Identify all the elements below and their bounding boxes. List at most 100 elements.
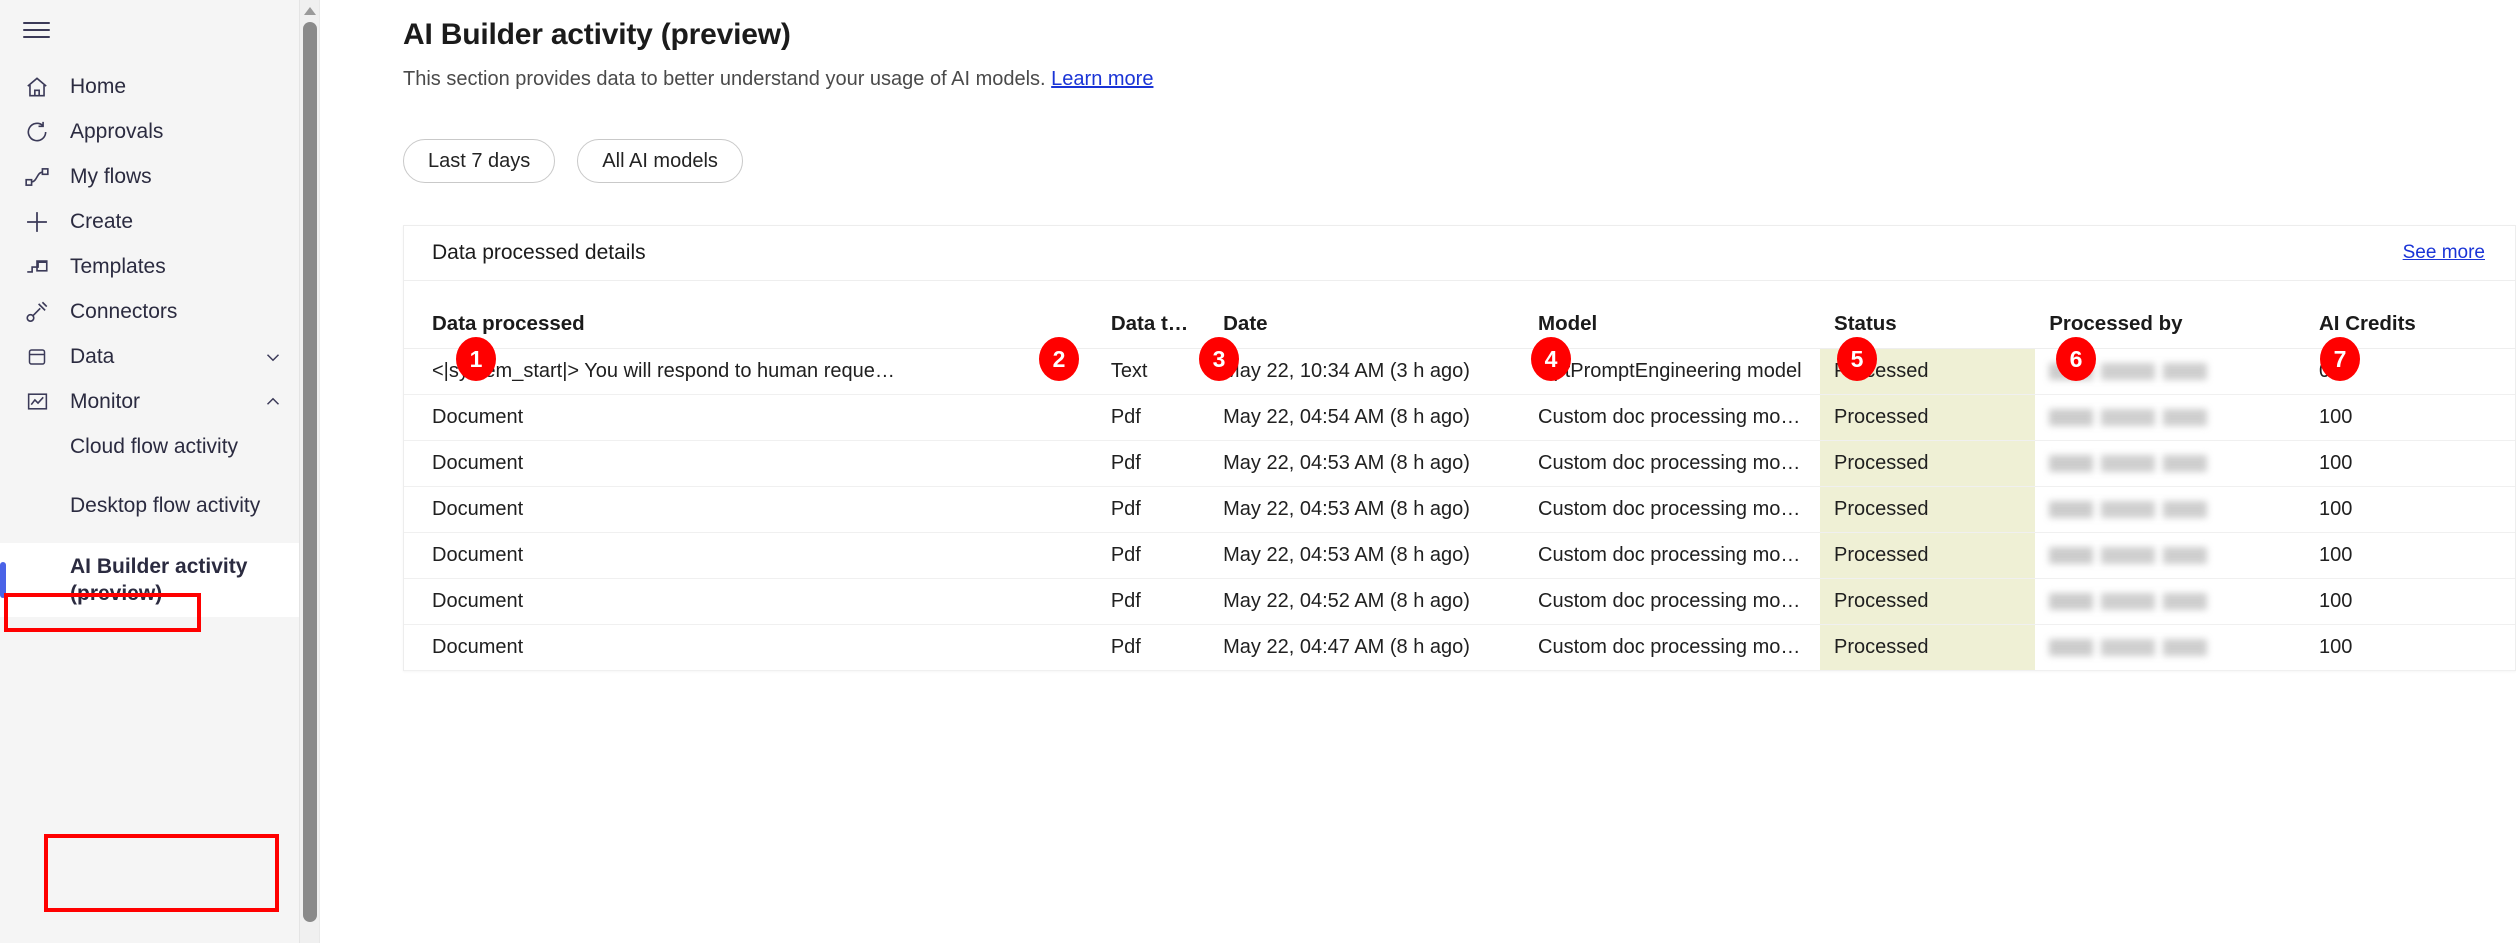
sidebar-item-my-flows[interactable]: My flows <box>0 154 303 199</box>
sidebar-item-connectors[interactable]: Connectors <box>0 289 303 334</box>
redacted-user-name <box>2049 409 2207 426</box>
redacted-user-name <box>2049 639 2207 656</box>
redacted-user-name <box>2049 455 2207 472</box>
sidebar-scrollbar[interactable] <box>299 0 319 943</box>
table-row[interactable]: DocumentPdfMay 22, 04:52 AM (8 h ago)Cus… <box>404 579 2515 625</box>
cell-ai-credits: 100 <box>2305 441 2515 487</box>
cell-status: Processed <box>1820 533 2035 579</box>
cell-date: May 22, 04:54 AM (8 h ago) <box>1209 395 1524 441</box>
cell-status: Processed <box>1820 349 2035 395</box>
cell-date: May 22, 04:47 AM (8 h ago) <box>1209 625 1524 671</box>
cell-model: Custom doc processing model <box>1524 533 1820 579</box>
cell-ai-credits: 100 <box>2305 395 2515 441</box>
cell-data-type: Pdf <box>1097 395 1209 441</box>
scroll-up-arrow-icon[interactable] <box>300 2 320 20</box>
table-row[interactable]: DocumentPdfMay 22, 04:53 AM (8 h ago)Cus… <box>404 441 2515 487</box>
cell-ai-credits: 100 <box>2305 579 2515 625</box>
page-description: This section provides data to better und… <box>403 68 2516 91</box>
cell-processed-by <box>2035 395 2305 441</box>
filter-pill-group: Last 7 days All AI models <box>403 139 2516 183</box>
table-row[interactable]: DocumentPdfMay 22, 04:53 AM (8 h ago)Cus… <box>404 533 2515 579</box>
sidebar-item-label: Connectors <box>70 300 177 324</box>
cell-data-processed: Document <box>404 441 1097 487</box>
left-navigation: Home Approvals <box>0 0 320 943</box>
cell-model: Custom doc processing model <box>1524 579 1820 625</box>
sidebar-item-templates[interactable]: Templates <box>0 244 303 289</box>
sidebar-item-label: Home <box>70 75 126 99</box>
column-header-data-type[interactable]: Data type <box>1097 281 1209 349</box>
sidebar-item-home[interactable]: Home <box>0 64 303 109</box>
table-row[interactable]: DocumentPdfMay 22, 04:54 AM (8 h ago)Cus… <box>404 395 2515 441</box>
table-row[interactable]: DocumentPdfMay 22, 04:53 AM (8 h ago)Cus… <box>404 487 2515 533</box>
sidebar-item-ai-builder-activity[interactable]: AI Builder activity (preview) <box>0 543 303 617</box>
main-content: AI Builder activity (preview) This secti… <box>320 0 2516 943</box>
sidebar-item-create[interactable]: Create <box>0 199 303 244</box>
sidebar-item-label: Create <box>70 210 133 234</box>
table-header-row: Data processed Data type Date Model Stat… <box>404 281 2515 349</box>
connectors-icon <box>22 297 52 327</box>
cell-data-type: Text <box>1097 349 1209 395</box>
sidebar-subitem-label: Cloud flow activity <box>70 433 238 460</box>
sidebar-item-label: My flows <box>70 165 152 189</box>
sidebar-item-cloud-flow-activity[interactable]: Cloud flow activity <box>0 424 303 469</box>
chevron-down-icon[interactable] <box>261 345 285 369</box>
filter-date-range[interactable]: Last 7 days <box>403 139 555 183</box>
table-row[interactable]: <|system_start|> You will respond to hum… <box>404 349 2515 395</box>
flows-icon <box>22 162 52 192</box>
sidebar-item-approvals[interactable]: Approvals <box>0 109 303 154</box>
approvals-icon <box>22 117 52 147</box>
sidebar-subitem-label: Desktop flow activity <box>70 492 260 519</box>
cell-date: May 22, 10:34 AM (3 h ago) <box>1209 349 1524 395</box>
home-icon <box>22 72 52 102</box>
column-header-model[interactable]: Model <box>1524 281 1820 349</box>
hamburger-icon[interactable] <box>14 8 58 52</box>
cell-data-processed: <|system_start|> You will respond to hum… <box>404 349 1097 395</box>
redacted-user-name <box>2049 547 2207 564</box>
cell-status: Processed <box>1820 395 2035 441</box>
cell-data-type: Pdf <box>1097 533 1209 579</box>
cell-data-processed: Document <box>404 533 1097 579</box>
templates-icon <box>22 252 52 282</box>
card-header: Data processed details See more <box>404 226 2515 280</box>
sidebar-item-label: Monitor <box>70 390 140 414</box>
page-description-text: This section provides data to better und… <box>403 68 1046 90</box>
scrollbar-thumb[interactable] <box>303 22 317 922</box>
nav-list: Home Approvals <box>0 64 303 617</box>
sidebar-item-label: Templates <box>70 255 166 279</box>
column-header-status[interactable]: Status <box>1820 281 2035 349</box>
cell-ai-credits: 0 <box>2305 349 2515 395</box>
cell-date: May 22, 04:52 AM (8 h ago) <box>1209 579 1524 625</box>
chevron-up-icon[interactable] <box>261 390 285 414</box>
filter-ai-models[interactable]: All AI models <box>577 139 743 183</box>
redacted-user-name <box>2049 593 2207 610</box>
cell-data-type: Pdf <box>1097 625 1209 671</box>
database-icon <box>22 342 52 372</box>
page-title: AI Builder activity (preview) <box>403 18 2516 52</box>
sidebar-item-monitor[interactable]: Monitor <box>0 379 303 424</box>
table-header: Data processed Data type Date Model Stat… <box>404 281 2515 349</box>
cell-ai-credits: 100 <box>2305 625 2515 671</box>
see-more-link[interactable]: See more <box>2403 242 2485 264</box>
sidebar-item-data[interactable]: Data <box>0 334 303 379</box>
column-header-ai-credits[interactable]: AI Credits <box>2305 281 2515 349</box>
table-body: <|system_start|> You will respond to hum… <box>404 349 2515 671</box>
column-header-data-processed[interactable]: Data processed <box>404 281 1097 349</box>
cell-data-type: Pdf <box>1097 441 1209 487</box>
sidebar-subitem-label: AI Builder activity (preview) <box>70 553 285 608</box>
cell-ai-credits: 100 <box>2305 487 2515 533</box>
column-header-processed-by[interactable]: Processed by <box>2035 281 2305 349</box>
cell-processed-by <box>2035 349 2305 395</box>
learn-more-link[interactable]: Learn more <box>1051 68 1153 90</box>
data-processed-table: Data processed Data type Date Model Stat… <box>404 280 2515 671</box>
column-header-date[interactable]: Date <box>1209 281 1524 349</box>
cell-processed-by <box>2035 441 2305 487</box>
cell-data-processed: Document <box>404 625 1097 671</box>
cell-status: Processed <box>1820 487 2035 533</box>
selection-indicator <box>0 562 6 598</box>
cell-model: Custom doc processing model <box>1524 441 1820 487</box>
sidebar-item-label: Data <box>70 345 114 369</box>
sidebar-item-desktop-flow-activity[interactable]: Desktop flow activity <box>0 469 303 543</box>
cell-ai-credits: 100 <box>2305 533 2515 579</box>
table-row[interactable]: DocumentPdfMay 22, 04:47 AM (8 h ago)Cus… <box>404 625 2515 671</box>
cell-data-processed: Document <box>404 579 1097 625</box>
